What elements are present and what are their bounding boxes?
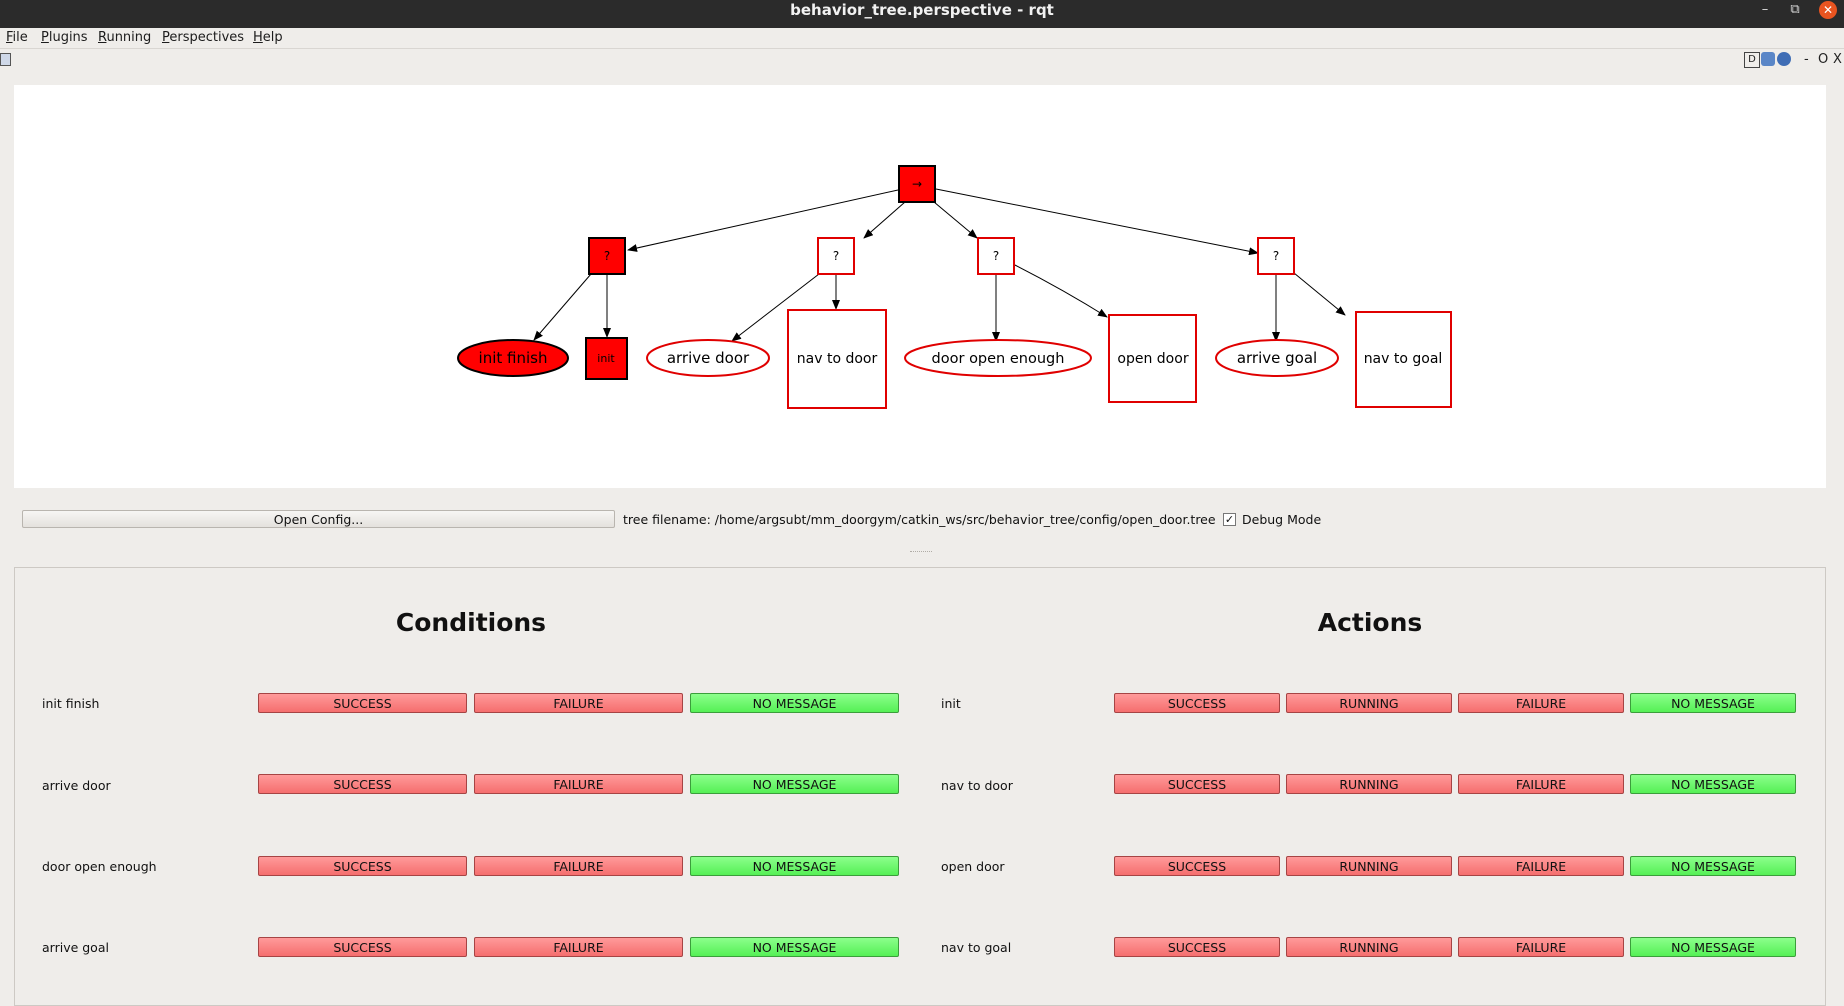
condition-failure-button[interactable]: FAILURE xyxy=(474,937,683,957)
action-no-message-button[interactable]: NO MESSAGE xyxy=(1630,774,1796,794)
action-running-button[interactable]: RUNNING xyxy=(1286,693,1452,713)
condition-success-button[interactable]: SUCCESS xyxy=(258,937,467,957)
action-failure-button[interactable]: FAILURE xyxy=(1458,774,1624,794)
title-bar: behavior_tree.perspective - rqt – ⧉ ✕ xyxy=(0,0,1844,28)
action-no-message-button[interactable]: NO MESSAGE xyxy=(1630,856,1796,876)
menu-help[interactable]: Help xyxy=(253,30,283,45)
actions-title: Actions xyxy=(1317,608,1423,637)
condition-row-label: init finish xyxy=(42,696,100,711)
root-sequence-label: → xyxy=(912,177,922,191)
condition-label-arrive-goal: arrive goal xyxy=(1237,349,1317,367)
action-success-button[interactable]: SUCCESS xyxy=(1114,774,1280,794)
tree-filename-label: tree filename: /home/argsubt/mm_doorgym/… xyxy=(623,512,1216,527)
action-failure-button[interactable]: FAILURE xyxy=(1458,693,1624,713)
action-label-init: init xyxy=(597,352,615,365)
action-label-nav-to-door: nav to door xyxy=(797,351,878,367)
condition-label-init-finish: init finish xyxy=(479,349,548,367)
minimize-icon[interactable]: – xyxy=(1757,0,1773,20)
window-title: behavior_tree.perspective - rqt xyxy=(790,1,1054,19)
selector-label-2: ? xyxy=(833,249,839,263)
condition-label-arrive-door: arrive door xyxy=(667,349,750,367)
splitter-handle[interactable] xyxy=(910,551,932,555)
condition-no-message-button[interactable]: NO MESSAGE xyxy=(690,774,899,794)
config-row: Open Config... tree filename: /home/args… xyxy=(0,506,1844,530)
selector-label-1: ? xyxy=(604,249,610,263)
action-row-label: nav to goal xyxy=(941,940,1012,955)
d-icon[interactable]: D xyxy=(1744,52,1760,68)
conditions-title: Conditions xyxy=(395,608,547,637)
condition-label-door-open-enough: door open enough xyxy=(932,351,1065,367)
action-label-open-door: open door xyxy=(1117,351,1188,367)
action-no-message-button[interactable]: NO MESSAGE xyxy=(1630,937,1796,957)
action-success-button[interactable]: SUCCESS xyxy=(1114,856,1280,876)
edge-root-sel2 xyxy=(863,201,906,239)
action-no-message-button[interactable]: NO MESSAGE xyxy=(1630,693,1796,713)
debug-mode-label[interactable]: Debug Mode xyxy=(1242,512,1321,527)
menu-perspectives[interactable]: Perspectives xyxy=(162,30,244,45)
action-running-button[interactable]: RUNNING xyxy=(1286,856,1452,876)
edge-sel3-opendoor xyxy=(1014,264,1108,318)
menu-file[interactable]: File xyxy=(6,30,28,45)
minimize-dock-icon[interactable]: - xyxy=(1804,52,1809,67)
action-running-button[interactable]: RUNNING xyxy=(1286,937,1452,957)
condition-row-label: arrive door xyxy=(42,778,111,793)
open-config-button[interactable]: Open Config... xyxy=(22,510,615,528)
tree-svg: → ? ? ? ? init finish init arrive door n… xyxy=(457,165,1452,409)
selector-label-4: ? xyxy=(1273,249,1279,263)
action-success-button[interactable]: SUCCESS xyxy=(1114,937,1280,957)
condition-success-button[interactable]: SUCCESS xyxy=(258,693,467,713)
action-row-label: nav to door xyxy=(941,778,1013,793)
action-failure-button[interactable]: FAILURE xyxy=(1458,856,1624,876)
condition-success-button[interactable]: SUCCESS xyxy=(258,856,467,876)
condition-no-message-button[interactable]: NO MESSAGE xyxy=(690,693,899,713)
edge-sel4-navtogoal xyxy=(1293,272,1346,316)
action-row-label: open door xyxy=(941,859,1005,874)
status-panel: Conditions Actions init finish SUCCESS F… xyxy=(14,567,1826,1006)
edge-root-sel3 xyxy=(933,201,978,239)
condition-failure-button[interactable]: FAILURE xyxy=(474,774,683,794)
float-dock-icon[interactable]: O xyxy=(1818,52,1828,67)
condition-failure-button[interactable]: FAILURE xyxy=(474,856,683,876)
edge-sel1-initfinish xyxy=(533,273,592,341)
action-failure-button[interactable]: FAILURE xyxy=(1458,937,1624,957)
edge-root-sel1 xyxy=(627,189,899,252)
condition-no-message-button[interactable]: NO MESSAGE xyxy=(690,856,899,876)
action-success-button[interactable]: SUCCESS xyxy=(1114,693,1280,713)
action-label-nav-to-goal: nav to goal xyxy=(1364,351,1443,367)
condition-success-button[interactable]: SUCCESS xyxy=(258,774,467,794)
debug-mode-checkbox[interactable]: ✓ xyxy=(1223,513,1236,526)
close-dock-icon[interactable]: X xyxy=(1833,52,1842,67)
menu-bar: File Plugins Running Perspectives Help xyxy=(0,28,1844,49)
selector-label-3: ? xyxy=(993,249,999,263)
condition-no-message-button[interactable]: NO MESSAGE xyxy=(690,937,899,957)
help-icon[interactable] xyxy=(1777,52,1791,66)
dock-controls: D - O X xyxy=(1724,52,1844,70)
condition-row-label: door open enough xyxy=(42,859,157,874)
close-window-icon[interactable]: ✕ xyxy=(1819,1,1837,19)
menu-running[interactable]: Running xyxy=(98,30,151,45)
action-running-button[interactable]: RUNNING xyxy=(1286,774,1452,794)
dock-widget-icon[interactable] xyxy=(0,53,11,66)
action-row-label: init xyxy=(941,696,961,711)
restore-icon[interactable]: ⧉ xyxy=(1787,0,1803,20)
behavior-tree-graph: → ? ? ? ? init finish init arrive door n… xyxy=(14,85,1826,488)
menu-plugins[interactable]: Plugins xyxy=(41,30,88,45)
condition-row-label: arrive goal xyxy=(42,940,109,955)
condition-failure-button[interactable]: FAILURE xyxy=(474,693,683,713)
reload-icon[interactable] xyxy=(1761,52,1775,66)
